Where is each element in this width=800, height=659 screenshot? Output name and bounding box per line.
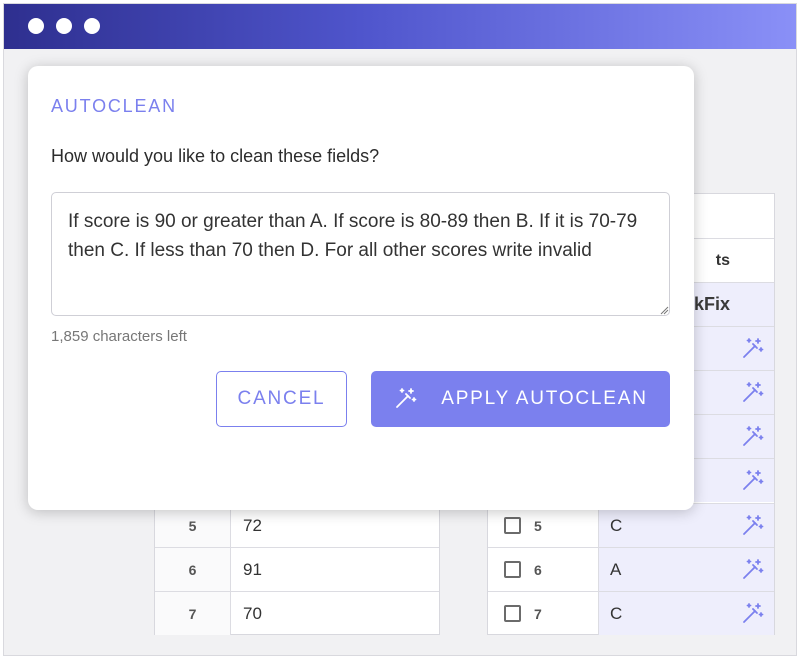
character-count: 1,859 characters left — [51, 328, 187, 345]
grade-cell[interactable]: C — [610, 592, 622, 635]
row-checkbox[interactable] — [504, 605, 521, 622]
cancel-button[interactable]: CANCEL — [216, 371, 347, 427]
magic-wand-icon[interactable] — [740, 558, 764, 582]
cancel-button-label: CANCEL — [237, 388, 326, 409]
magic-wand-icon — [396, 388, 417, 408]
row-number: 5 — [534, 517, 542, 534]
table-row: 6 A — [488, 547, 774, 591]
magic-wand-icon[interactable] — [740, 469, 764, 493]
apply-autoclean-button[interactable]: APPLY AUTOCLEAN — [371, 371, 670, 427]
apply-autoclean-button-label: APPLY AUTOCLEAN — [441, 388, 648, 409]
score-cell[interactable]: 91 — [243, 548, 262, 591]
magic-wand-icon[interactable] — [740, 381, 764, 405]
resize-grip-icon[interactable] — [660, 306, 669, 315]
row-number: 7 — [534, 605, 542, 622]
fix-cell — [598, 548, 774, 591]
dialog-question: How would you like to clean these fields… — [51, 146, 380, 166]
row-number: 5 — [155, 504, 231, 547]
fix-cell — [598, 504, 774, 547]
magic-wand-icon[interactable] — [740, 337, 764, 361]
table-row: 7 C — [488, 591, 774, 635]
fix-cell — [598, 592, 774, 635]
row-number: 7 — [155, 592, 231, 635]
row-number: 6 — [155, 548, 231, 591]
magic-wand-icon[interactable] — [740, 425, 764, 449]
row-checkbox[interactable] — [504, 561, 521, 578]
quickfix-header-label: kFix — [693, 294, 730, 314]
autoclean-dialog: AUTOCLEAN How would you like to clean th… — [28, 66, 694, 510]
dialog-title: AUTOCLEAN — [51, 96, 177, 116]
title-bar — [4, 4, 796, 49]
table-row: 6 91 — [155, 547, 439, 591]
column-header-partial: ts — [715, 251, 730, 269]
autoclean-instructions-input[interactable]: If score is 90 or greater than A. If sco… — [51, 192, 670, 316]
magic-wand-icon[interactable] — [740, 602, 764, 626]
table-row: 7 70 — [155, 591, 439, 635]
window-control-dot[interactable] — [56, 18, 72, 34]
window-control-dot[interactable] — [28, 18, 44, 34]
window-control-dot[interactable] — [84, 18, 100, 34]
grade-cell[interactable]: A — [610, 548, 621, 591]
score-cell[interactable]: 70 — [243, 592, 262, 635]
grade-cell[interactable]: C — [610, 504, 622, 547]
row-checkbox[interactable] — [504, 517, 521, 534]
score-cell[interactable]: 72 — [243, 504, 262, 547]
magic-wand-icon[interactable] — [740, 514, 764, 538]
row-number: 6 — [534, 561, 542, 578]
